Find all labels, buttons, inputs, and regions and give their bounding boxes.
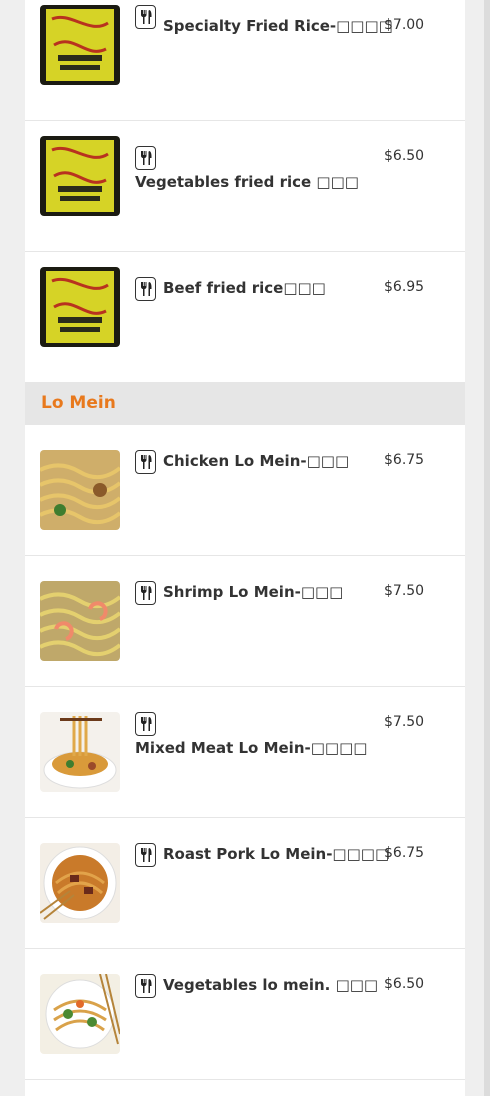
item-price: $7.00: [384, 17, 425, 33]
restaurant-logo-thumbnail: [40, 136, 120, 216]
item-price: $7.50: [384, 714, 425, 730]
utensils-icon: [135, 450, 156, 474]
utensils-icon: [135, 5, 156, 29]
food-photo-thumbnail: [40, 843, 120, 923]
menu-item[interactable]: Beef fried rice□□□ $6.95: [25, 252, 465, 383]
menu-item[interactable]: Chicken Lo Mein-□□□ $6.75: [25, 425, 465, 556]
menu-item[interactable]: Shrimp Lo Mein-□□□ $7.50: [25, 556, 465, 687]
item-name: Roast Pork Lo Mein-□□□□: [163, 845, 390, 863]
restaurant-logo-thumbnail: [40, 267, 120, 347]
utensils-icon: [135, 146, 156, 170]
section-header-lo-mein: Lo Mein: [25, 382, 465, 425]
item-name: Mixed Meat Lo Mein-□□□□: [135, 739, 368, 757]
food-photo-thumbnail: [40, 974, 120, 1054]
menu-item[interactable]: Mixed Meat Lo Mein-□□□□ $7.50: [25, 687, 465, 818]
left-gutter: [0, 0, 25, 1096]
item-price: $6.95: [384, 279, 425, 295]
item-price: $6.75: [384, 452, 425, 468]
menu-item[interactable]: Roast Pork Lo Mein-□□□□ $6.75: [25, 818, 465, 949]
utensils-icon: [135, 974, 156, 998]
utensils-icon: [135, 712, 156, 736]
item-name: Beef fried rice□□□: [163, 279, 326, 297]
scrollbar-track[interactable]: [484, 0, 490, 1096]
item-name: Chicken Lo Mein-□□□: [163, 452, 350, 470]
item-price: $6.50: [384, 148, 425, 164]
section-title: Lo Mein: [41, 393, 116, 413]
food-photo-thumbnail: [40, 581, 120, 661]
menu-item[interactable]: Vegetables fried rice □□□ $6.50: [25, 121, 465, 252]
item-name: Vegetables fried rice □□□: [135, 173, 359, 191]
utensils-icon: [135, 581, 156, 605]
utensils-icon: [135, 277, 156, 301]
food-photo-thumbnail: [40, 712, 120, 792]
menu-item[interactable]: Specialty Fried Rice-□□□□ $7.00: [25, 0, 465, 121]
menu-list: Specialty Fried Rice-□□□□ $7.00 Vegetabl…: [25, 0, 465, 1096]
item-price: $7.50: [384, 583, 425, 599]
item-name: Shrimp Lo Mein-□□□: [163, 583, 344, 601]
food-photo-thumbnail: [40, 450, 120, 530]
item-name: Specialty Fried Rice-□□□□: [163, 17, 393, 35]
utensils-icon: [135, 843, 156, 867]
item-price: $6.50: [384, 976, 425, 992]
item-name: Vegetables lo mein. □□□: [163, 976, 379, 994]
restaurant-logo-thumbnail: [40, 5, 120, 85]
menu-item[interactable]: Vegetables lo mein. □□□ $6.50: [25, 949, 465, 1080]
item-price: $6.75: [384, 845, 425, 861]
